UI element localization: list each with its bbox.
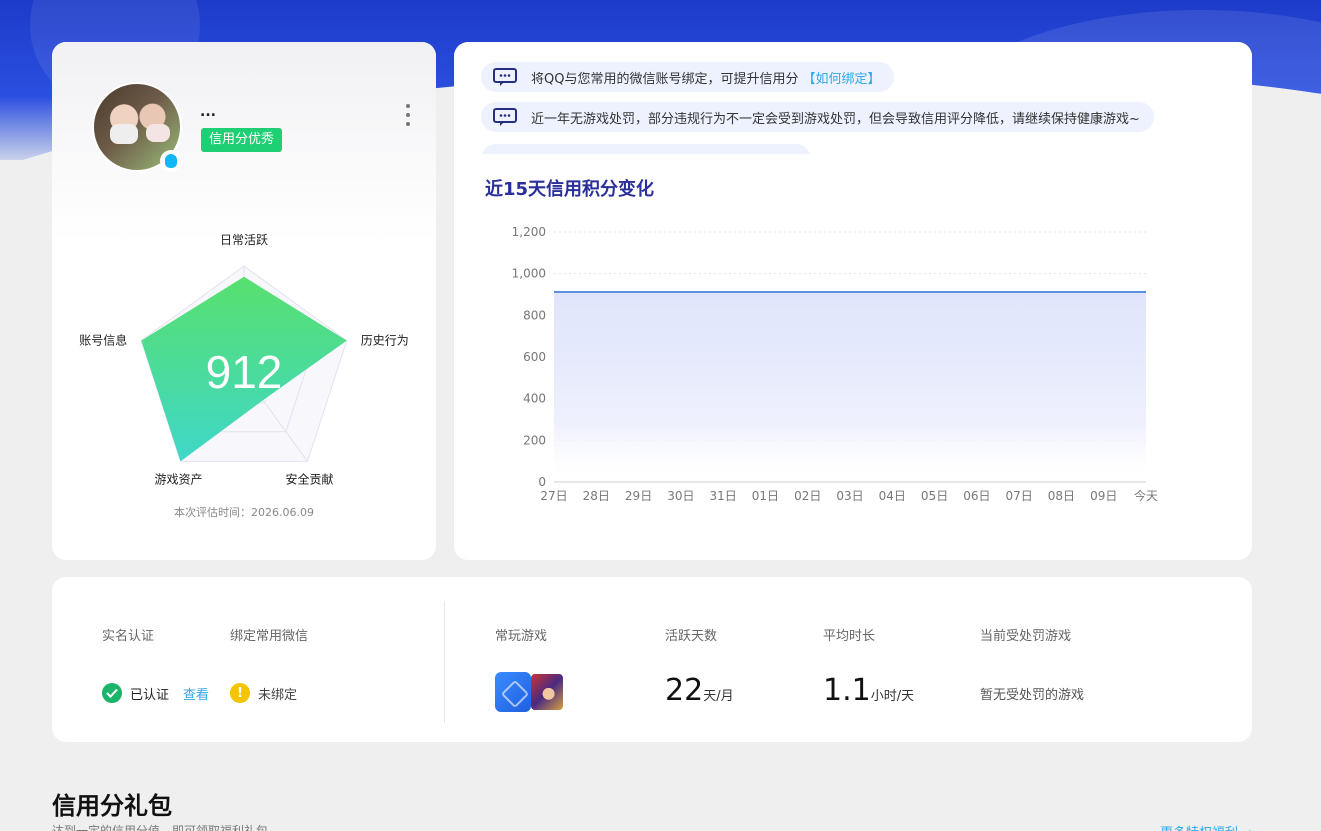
x-tick-label: 28日 — [583, 489, 610, 503]
x-tick-label: 31日 — [710, 489, 737, 503]
x-tick-label: 07日 — [1006, 489, 1033, 503]
active-days-label: 活跃天数 — [665, 629, 718, 644]
chart-area-fill — [554, 292, 1146, 482]
avg-time-label: 平均时长 — [823, 629, 876, 644]
x-tick-label: 05日 — [921, 489, 948, 503]
radar-label: 账号信息 — [79, 333, 127, 348]
active-days-value: 22 — [665, 673, 704, 708]
punish-label: 当前受处罚游戏 — [980, 629, 1072, 644]
account-stats-card: 实名认证 绑定常用微信 已认证 查看 ! 未绑定 常玩游戏 活跃天数 平均时长 … — [52, 577, 1252, 742]
verified-text: 已认证 — [130, 687, 170, 703]
avg-time: 1.1小时/天 — [823, 673, 914, 708]
y-tick-label: 1,000 — [512, 267, 546, 281]
radar-label: 日常活跃 — [220, 233, 268, 247]
notice-scroll-clip — [481, 144, 811, 154]
gift-section-subtitle: 达到一定的信用分值，即可领取福利礼包 — [52, 824, 269, 831]
avg-time-value: 1.1 — [823, 673, 871, 708]
avg-time-unit: 小时/天 — [870, 689, 915, 704]
y-tick-label: 200 — [523, 433, 546, 447]
x-tick-label: 今天 — [1134, 488, 1158, 503]
notice-text: 将QQ与您常用的微信账号绑定，可提升信用分 — [531, 71, 799, 87]
game-icon[interactable] — [529, 672, 565, 712]
credit-trend-card: 将QQ与您常用的微信账号绑定，可提升信用分 【如何绑定】 近一年无游戏处罚，部分… — [454, 42, 1252, 560]
active-days-unit: 天/月 — [703, 689, 734, 704]
unbound-text: 未绑定 — [258, 687, 298, 703]
avatar-detail — [110, 124, 138, 144]
y-tick-label: 800 — [523, 308, 546, 322]
wechat-bind-status[interactable]: ! 未绑定 — [230, 683, 297, 703]
x-tick-label: 27日 — [540, 489, 567, 503]
y-tick-label: 1,200 — [512, 225, 546, 239]
x-tick-label: 04日 — [879, 489, 906, 503]
x-tick-label: 02日 — [794, 489, 821, 503]
avatar-detail — [146, 124, 170, 142]
view-link[interactable]: 查看 — [183, 684, 209, 703]
radar-label: 历史行为 — [361, 334, 409, 348]
how-to-bind-link[interactable]: 【如何绑定】 — [802, 68, 880, 87]
stats-divider — [444, 601, 445, 723]
credit-radar-chart: 912 日常活跃历史行为安全贡献 游戏资产 账号信息 — [79, 233, 409, 486]
x-tick-label: 03日 — [836, 489, 863, 503]
credit-score: 912 — [206, 346, 283, 398]
radar-label: 安全贡献 — [285, 471, 333, 486]
message-icon — [493, 108, 517, 126]
real-name-status: 已认证 查看 — [102, 683, 209, 703]
y-tick-label: 400 — [523, 392, 546, 406]
x-tick-label: 09日 — [1090, 489, 1117, 503]
wechat-bind-label: 绑定常用微信 — [230, 629, 309, 644]
notice-no-penalty: 近一年无游戏处罚，部分违规行为不一定会受到游戏处罚，但会导致信用评分降低，请继续… — [481, 102, 1154, 132]
real-name-label: 实名认证 — [102, 629, 155, 644]
check-icon — [102, 683, 122, 703]
y-tick-label: 600 — [523, 350, 546, 364]
x-tick-label: 29日 — [625, 489, 652, 503]
credit-level-badge: 信用分优秀 — [201, 128, 283, 152]
x-tick-label: 30日 — [667, 489, 694, 503]
message-icon — [493, 68, 517, 86]
nickname: ... — [200, 104, 216, 120]
notice-text: 近一年无游戏处罚，部分违规行为不一定会受到游戏处罚，但会导致信用评分降低，请继续… — [531, 111, 1140, 127]
more-options-icon[interactable] — [404, 104, 412, 126]
x-tick-label: 01日 — [752, 489, 779, 503]
warning-icon: ! — [230, 683, 250, 703]
gift-section-title: 信用分礼包 — [52, 792, 172, 820]
punish-status: 暂无受处罚的游戏 — [980, 688, 1085, 703]
games-label: 常玩游戏 — [495, 629, 548, 644]
game-icon[interactable] — [495, 672, 531, 712]
x-tick-label: 06日 — [963, 489, 990, 503]
y-tick-label: 0 — [538, 475, 546, 489]
evaluation-time: 本次评估时间：2026.06.09 — [174, 506, 314, 519]
qq-icon — [160, 150, 182, 172]
credit-line-chart: 0 200 400 600 800 1,000 1,200 27日 28日 29日 30日 31日 0… — [512, 225, 1158, 503]
x-tick-label: 08日 — [1048, 489, 1075, 503]
profile-card: ... 信用分优秀 912 日常活跃历史行为安全贡献 游戏资产 账号信息 本次评估时… — [52, 42, 436, 560]
notice-bind-wechat: 将QQ与您常用的微信账号绑定，可提升信用分 【如何绑定】 — [481, 62, 895, 92]
radar-label: 游戏资产 — [154, 472, 202, 486]
more-privileges-link[interactable]: 更多特权福利 → — [1160, 822, 1253, 831]
active-days: 22天/月 — [665, 673, 734, 708]
chart-title: 近15天信用积分变化 — [485, 179, 655, 200]
frequent-games — [495, 672, 565, 712]
